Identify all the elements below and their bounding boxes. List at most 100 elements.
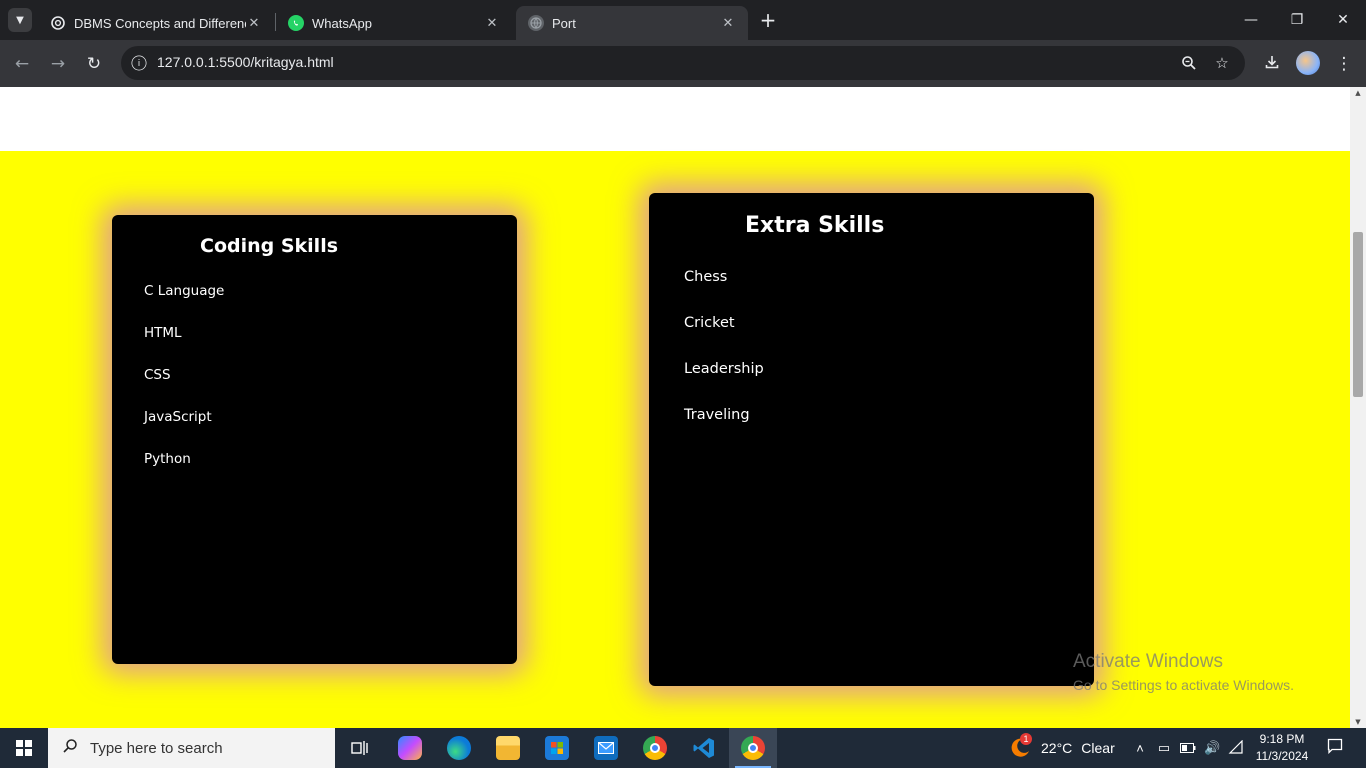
list-item: C Language	[144, 283, 225, 299]
browser-toolbar: ← → ↻ i 127.0.0.1:5500/kritagya.html ☆ ⋮	[0, 40, 1366, 87]
page-viewport: Coding Skills C Language HTML CSS JavaSc…	[0, 87, 1350, 728]
activate-windows-watermark: Activate Windows Go to Settings to activ…	[1073, 651, 1294, 693]
system-tray: ˄ ▭ 🔊	[1132, 728, 1244, 768]
folder-icon	[496, 736, 520, 760]
plus-icon: +	[759, 8, 777, 32]
zoom-icon[interactable]	[1177, 51, 1201, 75]
store-icon	[545, 736, 569, 760]
mail-icon	[594, 736, 618, 760]
weather-temp: 22°C	[1041, 740, 1073, 756]
search-icon	[62, 738, 78, 758]
reload-icon: ↻	[86, 54, 102, 74]
downloads-button[interactable]	[1258, 50, 1286, 78]
card-title: Extra Skills	[745, 213, 885, 238]
weather-badge: 1	[1020, 733, 1032, 745]
windows-logo-icon	[16, 740, 32, 756]
arrow-left-icon: ←	[14, 54, 30, 74]
list-item: Leadership	[684, 361, 764, 377]
tab-dbms[interactable]: DBMS Concepts and Difference ✕	[38, 6, 274, 40]
coding-skills-card: Coding Skills C Language HTML CSS JavaSc…	[112, 215, 517, 664]
restore-icon: ❐	[1290, 12, 1304, 28]
tab-title: Port	[552, 15, 576, 31]
taskbar-vscode[interactable]	[680, 728, 728, 768]
list-item: Python	[144, 451, 191, 467]
chevron-down-icon: ▼	[16, 14, 24, 26]
arrow-right-icon: →	[50, 54, 66, 74]
watermark-title: Activate Windows	[1073, 651, 1223, 672]
forward-button[interactable]: →	[44, 50, 72, 78]
taskbar-edge[interactable]	[435, 728, 483, 768]
chrome-icon	[741, 736, 765, 760]
list-item: Chess	[684, 269, 728, 285]
restore-button[interactable]: ❐	[1274, 0, 1320, 40]
minimize-icon: —	[1244, 12, 1258, 28]
address-bar[interactable]: i 127.0.0.1:5500/kritagya.html ☆	[121, 46, 1245, 80]
reload-button[interactable]: ↻	[80, 50, 108, 78]
whatsapp-icon	[288, 15, 304, 31]
taskbar-clock[interactable]: 9:18 PM 11/3/2024	[1250, 731, 1314, 765]
list-item: Traveling	[684, 407, 750, 423]
watermark-subtitle: Go to Settings to activate Windows.	[1073, 677, 1294, 693]
bookmark-star-icon[interactable]: ☆	[1210, 51, 1234, 75]
close-tab-icon[interactable]: ✕	[720, 15, 736, 31]
url-text[interactable]: 127.0.0.1:5500/kritagya.html	[157, 54, 334, 70]
list-item: Cricket	[684, 315, 735, 331]
vscode-icon	[692, 736, 716, 760]
weather-widget[interactable]: 1 22°C Clear	[1008, 728, 1115, 768]
card-title: Coding Skills	[200, 235, 339, 257]
taskbar-copilot[interactable]	[386, 728, 434, 768]
back-button[interactable]: ←	[8, 50, 36, 78]
edge-icon	[447, 736, 471, 760]
tab-strip: ▼ DBMS Concepts and Difference ✕ WhatsAp…	[0, 0, 1366, 40]
more-vertical-icon: ⋮	[1335, 54, 1353, 74]
download-icon	[1264, 54, 1280, 75]
extra-skills-card: Extra Skills Chess Cricket Leadership Tr…	[649, 193, 1094, 686]
menu-button[interactable]: ⋮	[1330, 50, 1358, 78]
taskbar-store[interactable]	[533, 728, 581, 768]
tab-search-button[interactable]: ▼	[8, 8, 32, 32]
volume-icon[interactable]: 🔊	[1204, 740, 1220, 756]
taskbar-search[interactable]: Type here to search	[48, 728, 335, 768]
new-tab-button[interactable]: +	[756, 8, 780, 32]
battery-icon[interactable]	[1180, 741, 1196, 756]
list-item: HTML	[144, 325, 182, 341]
profile-avatar[interactable]	[1296, 51, 1320, 75]
taskbar-file-explorer[interactable]	[484, 728, 532, 768]
tab-port[interactable]: Port ✕	[516, 6, 748, 40]
chatgpt-icon	[50, 15, 66, 31]
coding-skills-list: C Language HTML CSS JavaScript Python	[144, 283, 224, 493]
start-button[interactable]	[0, 728, 48, 768]
close-tab-icon[interactable]: ✕	[484, 15, 500, 31]
scroll-up-icon[interactable]: ▲	[1353, 89, 1363, 97]
meet-now-icon[interactable]: ▭	[1156, 740, 1172, 756]
task-view-button[interactable]	[336, 728, 384, 768]
minimize-button[interactable]: —	[1228, 0, 1274, 40]
wifi-icon[interactable]	[1228, 739, 1244, 757]
windows-taskbar: Type here to search 1 22°C Clear ˄ ▭ 🔊 9…	[0, 728, 1366, 768]
taskbar-chrome[interactable]	[631, 728, 679, 768]
extra-skills-list: Chess Cricket Leadership Traveling	[684, 269, 764, 453]
weather-icon: 1	[1008, 733, 1032, 760]
chrome-icon	[643, 736, 667, 760]
weather-condition: Clear	[1081, 740, 1115, 756]
chevron-up-icon[interactable]: ˄	[1132, 741, 1148, 756]
notification-button[interactable]	[1320, 728, 1350, 768]
scroll-thumb[interactable]	[1353, 232, 1363, 397]
close-window-button[interactable]: ✕	[1320, 0, 1366, 40]
task-view-icon	[348, 736, 372, 760]
clock-time: 9:18 PM	[1259, 732, 1305, 746]
scroll-down-icon[interactable]: ▼	[1353, 718, 1363, 726]
notification-icon	[1327, 738, 1343, 758]
tab-title: WhatsApp	[312, 15, 372, 31]
taskbar-chrome-active[interactable]	[729, 728, 777, 768]
info-icon[interactable]: i	[131, 55, 147, 71]
close-tab-icon[interactable]: ✕	[246, 15, 262, 31]
list-item: JavaScript	[144, 409, 212, 425]
taskbar-mail[interactable]	[582, 728, 630, 768]
list-item: CSS	[144, 367, 171, 383]
tab-whatsapp[interactable]: WhatsApp ✕	[276, 6, 512, 40]
search-placeholder: Type here to search	[90, 739, 223, 757]
vertical-scrollbar[interactable]: ▲ ▼	[1350, 87, 1366, 728]
globe-icon	[528, 15, 544, 31]
clock-date: 11/3/2024	[1255, 749, 1309, 763]
